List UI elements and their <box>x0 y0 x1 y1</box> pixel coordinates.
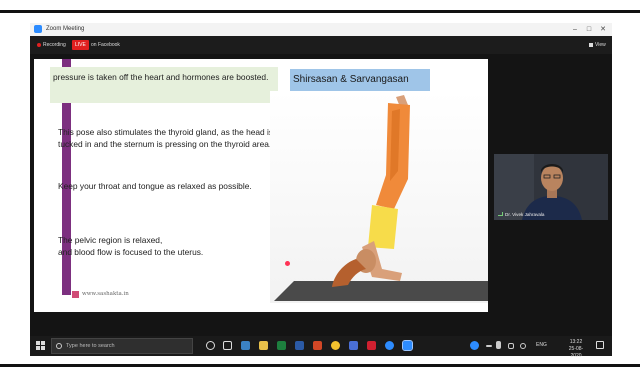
bottom-border <box>0 364 640 367</box>
participant-video-tile[interactable]: Dr. Vivek Jahravala <box>494 154 608 220</box>
grid-icon <box>589 42 593 47</box>
taskbar-clock[interactable]: 13:22 25-08-2020 <box>564 339 588 360</box>
slide-paragraph-1: This pose also stimulates the thyroid gl… <box>58 127 274 149</box>
view-button[interactable]: View <box>586 40 609 50</box>
edge-icon[interactable] <box>241 341 250 350</box>
wifi-icon[interactable] <box>508 343 514 349</box>
zoom-taskbar-icon[interactable] <box>385 341 394 350</box>
file-explorer-icon[interactable] <box>259 341 268 350</box>
view-label: View <box>595 42 606 48</box>
minimize-button[interactable]: – <box>568 23 582 36</box>
yoga-pose-photo <box>270 91 488 303</box>
search-placeholder: Type here to search <box>66 343 115 349</box>
excel-icon[interactable] <box>277 341 286 350</box>
slide-watermark: www.sashakta.in <box>82 291 129 297</box>
notifications-icon[interactable] <box>596 341 604 349</box>
windows-start-icon[interactable] <box>36 341 45 350</box>
zoom-meeting-taskbar-icon[interactable] <box>402 340 413 351</box>
powerpoint-icon[interactable] <box>313 341 322 350</box>
word-icon[interactable] <box>295 341 304 350</box>
tray-zoom-icon[interactable] <box>470 341 479 350</box>
window-title: Zoom Meeting <box>46 26 85 32</box>
cortana-icon[interactable] <box>206 341 215 350</box>
language-indicator[interactable]: ENG <box>536 342 547 349</box>
pdf-reader-icon[interactable] <box>367 341 376 350</box>
screen-frame: Zoom Meeting – □ ✕ Recording LIVE on Fac… <box>0 0 640 376</box>
recording-indicator[interactable]: Recording <box>34 40 69 50</box>
task-view-icon[interactable] <box>223 341 232 350</box>
laser-pointer-dot <box>285 261 290 266</box>
recording-label: Recording <box>43 42 66 48</box>
slide-highlight-text: pressure is taken off the heart and horm… <box>53 72 269 82</box>
chrome-icon[interactable] <box>331 341 340 350</box>
slide-paragraph-3-line-2: and blood flow is focused to the uterus. <box>58 247 204 257</box>
windows-taskbar: Type here to search ENG 13:22 25-08-2020 <box>30 336 612 359</box>
top-border <box>0 10 640 13</box>
slide-title: Shirsasan & Sarvangasan <box>293 74 409 85</box>
zoom-app-icon <box>34 25 42 33</box>
slide-paragraph-2: Keep your throat and tongue as relaxed a… <box>58 181 252 191</box>
watermark-logo-icon <box>72 291 79 298</box>
meeting-toolbar: Recording LIVE on Facebook View <box>30 36 612 54</box>
tray-expand-icon[interactable] <box>486 345 492 347</box>
battery-icon[interactable] <box>496 341 501 349</box>
app-icon[interactable] <box>349 341 358 350</box>
participant-name: Dr. Vivek Jahravala <box>505 212 545 217</box>
slide-paragraph-3-line-1: The pelvic region is relaxed, <box>58 235 163 245</box>
participant-name-label: Dr. Vivek Jahravala <box>498 211 545 218</box>
signal-strength-icon <box>498 212 503 216</box>
close-button[interactable]: ✕ <box>596 23 610 36</box>
clock-date: 25-08-2020 <box>568 346 584 359</box>
record-dot-icon <box>37 42 41 47</box>
live-badge[interactable]: LIVE <box>72 40 89 50</box>
taskbar-search-box[interactable]: Type here to search <box>51 338 193 354</box>
window-titlebar: Zoom Meeting – □ ✕ <box>30 23 612 36</box>
volume-icon[interactable] <box>520 343 526 349</box>
shared-screen-slide: pressure is taken off the heart and horm… <box>34 59 488 312</box>
clock-time: 13:22 <box>569 339 583 345</box>
live-platform-label: on Facebook <box>91 42 120 48</box>
maximize-button[interactable]: □ <box>582 23 596 36</box>
search-icon <box>56 343 62 349</box>
